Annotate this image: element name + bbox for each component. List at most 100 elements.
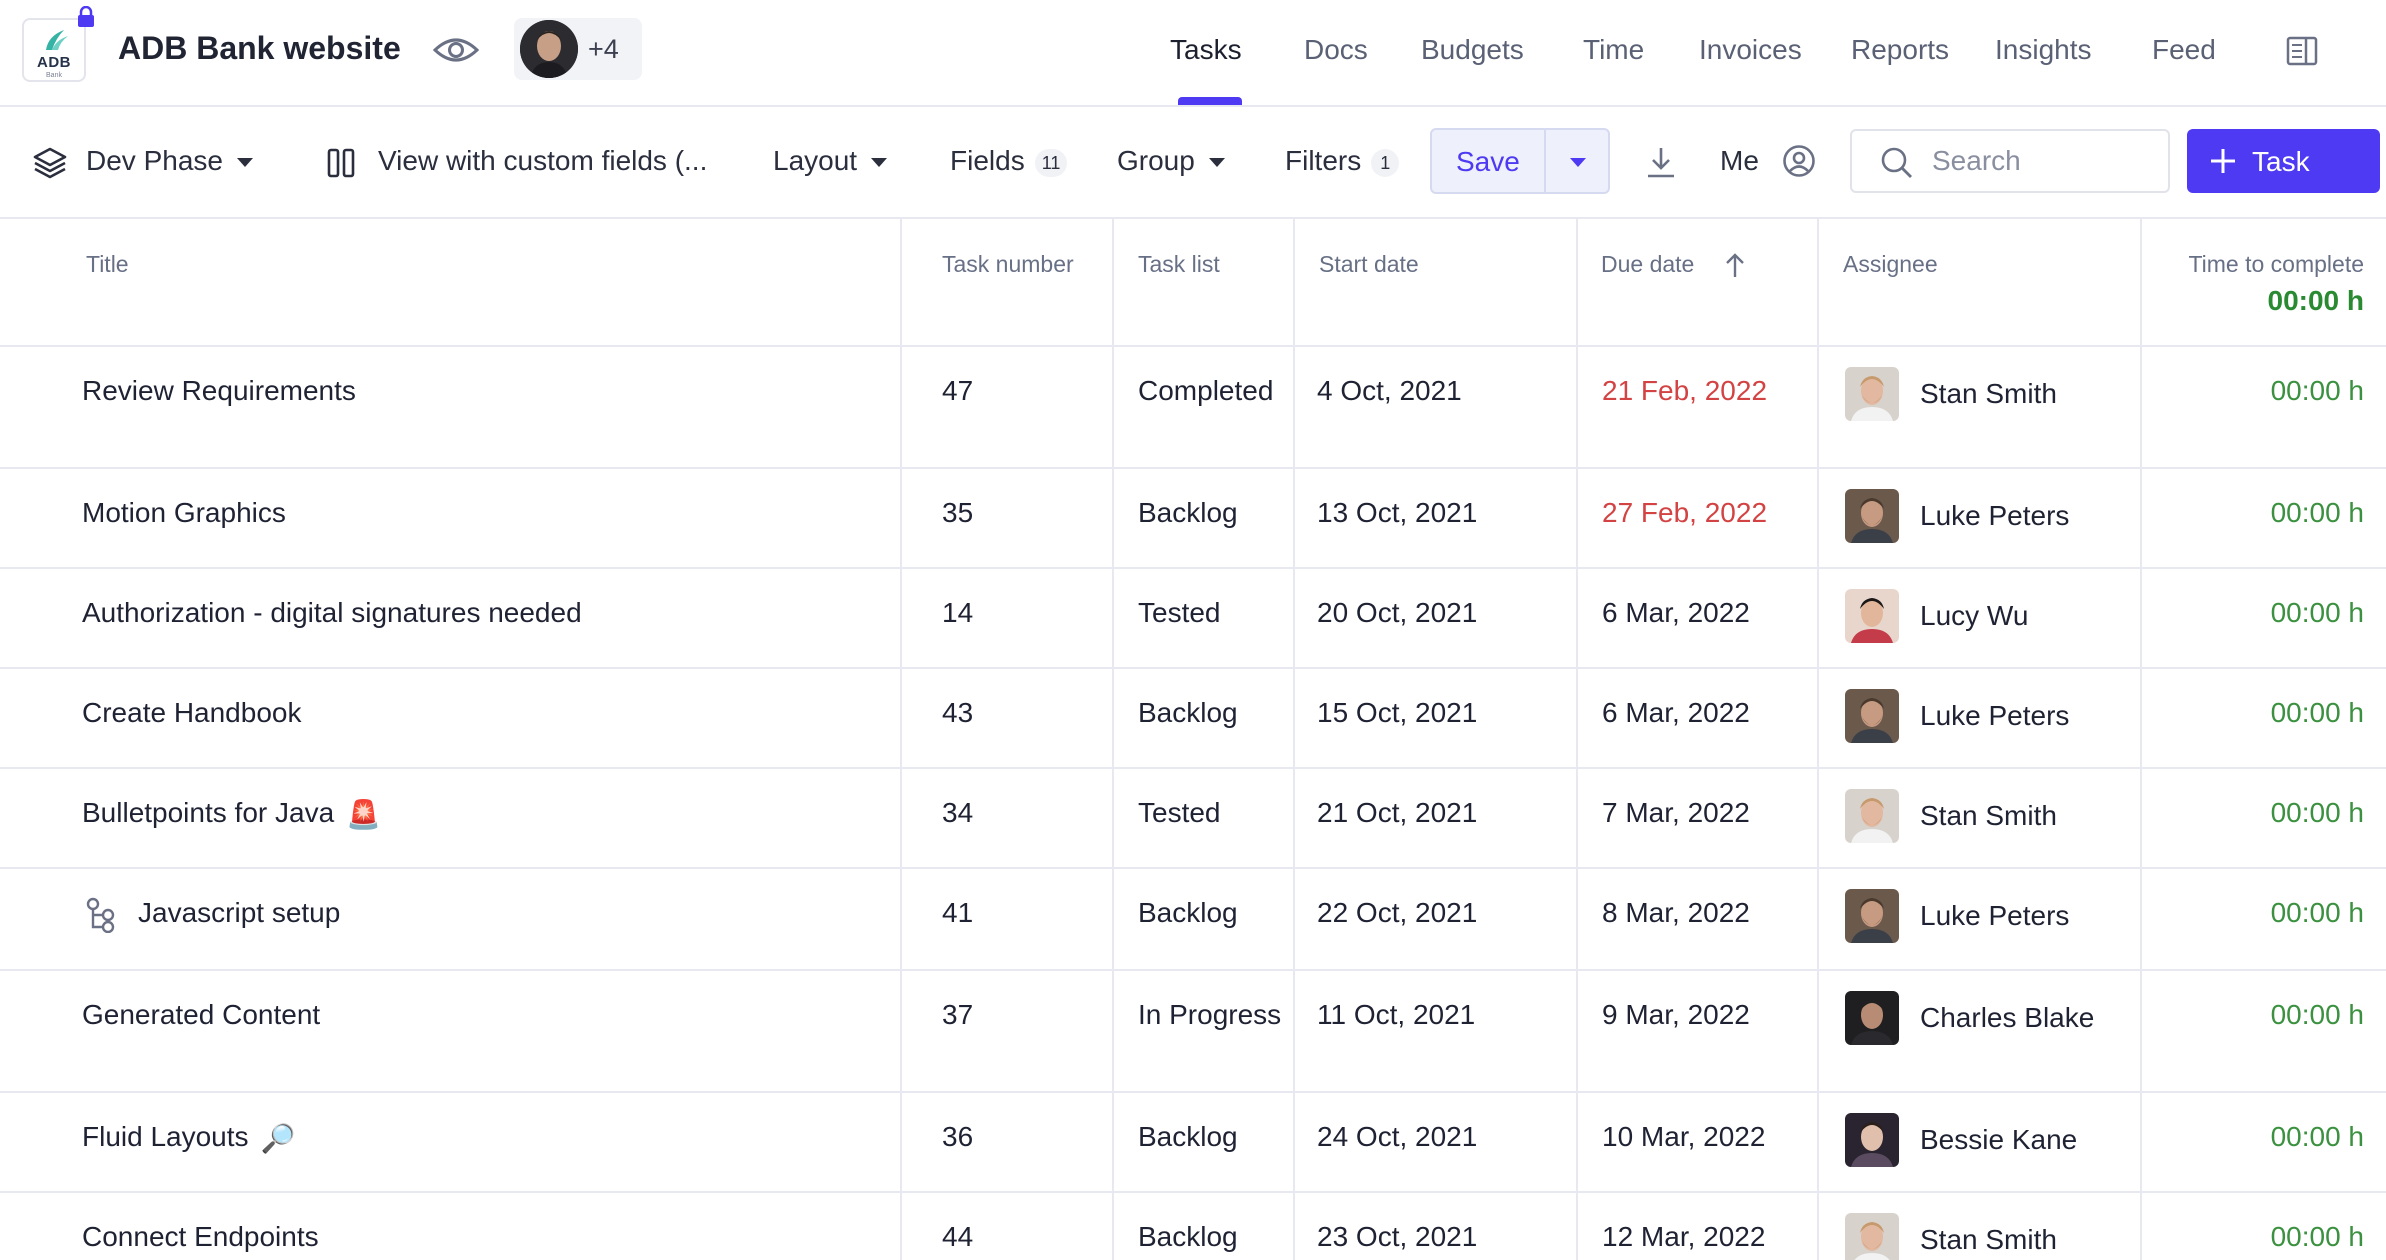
table-row[interactable]: Bulletpoints for Java 🚨 34 Tested 21 Oct, 20… xyxy=(0,769,2386,869)
task-list[interactable]: Backlog xyxy=(1138,1217,1288,1257)
task-list[interactable]: Tested xyxy=(1138,593,1288,633)
table-row[interactable]: Connect Endpoints 44 Backlog 23 Oct, 2021 12… xyxy=(0,1193,2386,1260)
task-list[interactable]: Backlog xyxy=(1138,893,1288,933)
sort-up-icon[interactable] xyxy=(1722,251,1748,279)
time-to-complete: 00:00 h xyxy=(2270,897,2364,928)
me-filter-label[interactable]: Me xyxy=(1720,145,1759,177)
start-date[interactable]: 21 Oct, 2021 xyxy=(1317,793,1477,833)
due-date[interactable]: 12 Mar, 2022 xyxy=(1602,1217,1765,1257)
task-list[interactable]: Backlog xyxy=(1138,693,1288,733)
tab-budgets[interactable]: Budgets xyxy=(1421,34,1524,66)
chevron-down-icon xyxy=(236,158,253,168)
save-button[interactable]: Save xyxy=(1456,146,1520,178)
task-list[interactable]: Backlog xyxy=(1138,1117,1288,1157)
title-emoji: 🚨 xyxy=(346,798,382,830)
avatar xyxy=(520,20,578,78)
logo-leaf-icon xyxy=(46,30,68,50)
task-title[interactable]: Bulletpoints for Java 🚨 xyxy=(82,793,381,835)
assignee-name[interactable]: Luke Peters xyxy=(1920,700,2069,732)
fields-count-badge: 11 xyxy=(1034,148,1068,177)
column-header-assignee[interactable]: Assignee xyxy=(1843,251,1938,278)
start-date[interactable]: 24 Oct, 2021 xyxy=(1317,1117,1477,1157)
assignee-name[interactable]: Charles Blake xyxy=(1920,1002,2094,1034)
table-row[interactable]: Javascript setup 41 Backlog 22 Oct, 2021 8 M… xyxy=(0,869,2386,971)
assignee-name[interactable]: Lucy Wu xyxy=(1920,600,2028,632)
due-date[interactable]: 6 Mar, 2022 xyxy=(1602,693,1750,733)
table-row[interactable]: Authorization - digital signatures neede… xyxy=(0,569,2386,669)
tab-feed[interactable]: Feed xyxy=(2152,34,2216,66)
search-input[interactable] xyxy=(1932,141,2152,181)
due-date[interactable]: 8 Mar, 2022 xyxy=(1602,893,1750,933)
user-circle-icon[interactable] xyxy=(1782,144,1816,178)
due-date[interactable]: 6 Mar, 2022 xyxy=(1602,593,1750,633)
start-date[interactable]: 23 Oct, 2021 xyxy=(1317,1217,1477,1257)
assignee-name[interactable]: Bessie Kane xyxy=(1920,1124,2077,1156)
table-row[interactable]: Create Handbook 43 Backlog 15 Oct, 2021 6 Ma… xyxy=(0,669,2386,769)
column-header-due-date[interactable]: Due date xyxy=(1601,251,1694,278)
task-title[interactable]: Connect Endpoints xyxy=(82,1217,319,1257)
assignee-name[interactable]: Stan Smith xyxy=(1920,800,2057,832)
task-title[interactable]: Javascript setup xyxy=(138,893,340,933)
phase-dropdown[interactable]: Dev Phase xyxy=(86,145,253,177)
task-list[interactable]: In Progress xyxy=(1138,995,1288,1035)
task-title[interactable]: Review Requirements xyxy=(82,371,356,411)
task-list[interactable]: Tested xyxy=(1138,793,1288,833)
assignee-name[interactable]: Luke Peters xyxy=(1920,900,2069,932)
assignee-avatar xyxy=(1845,789,1899,843)
fields-button[interactable]: Fields 11 xyxy=(950,145,1068,177)
task-number: 34 xyxy=(942,797,974,828)
column-header-time-to-complete[interactable]: Time to complete xyxy=(2188,251,2364,278)
task-title[interactable]: Fluid Layouts 🔎 xyxy=(82,1117,295,1159)
due-date[interactable]: 27 Feb, 2022 xyxy=(1602,493,1767,533)
task-title[interactable]: Create Handbook xyxy=(82,693,301,733)
column-header-title[interactable]: Title xyxy=(86,251,129,278)
start-date[interactable]: 15 Oct, 2021 xyxy=(1317,693,1477,733)
download-icon[interactable] xyxy=(1644,145,1678,179)
panel-icon[interactable] xyxy=(2286,36,2318,66)
table-row[interactable]: Fluid Layouts 🔎 36 Backlog 24 Oct, 2021 10 Ma… xyxy=(0,1093,2386,1193)
tab-time[interactable]: Time xyxy=(1583,34,1644,66)
task-list[interactable]: Completed xyxy=(1138,371,1288,411)
column-header-task-list[interactable]: Task list xyxy=(1138,251,1220,278)
group-dropdown[interactable]: Group xyxy=(1117,145,1225,177)
tab-invoices[interactable]: Invoices xyxy=(1699,34,1802,66)
assignee-name[interactable]: Stan Smith xyxy=(1920,1224,2057,1256)
view-selector[interactable]: View with custom fields (... xyxy=(378,145,707,177)
task-title[interactable]: Authorization - digital signatures neede… xyxy=(82,593,582,633)
task-list[interactable]: Backlog xyxy=(1138,493,1288,533)
save-options-chevron-icon[interactable] xyxy=(1570,158,1586,167)
start-date[interactable]: 22 Oct, 2021 xyxy=(1317,893,1477,933)
start-date[interactable]: 13 Oct, 2021 xyxy=(1317,493,1477,533)
layers-icon xyxy=(33,147,67,179)
view-toolbar: Dev Phase View with custom fields (... L… xyxy=(0,107,2386,219)
assignee-avatar xyxy=(1845,991,1899,1045)
tab-reports[interactable]: Reports xyxy=(1851,34,1949,66)
table-row[interactable]: Motion Graphics 35 Backlog 13 Oct, 2021 27 F… xyxy=(0,469,2386,569)
assignee-name[interactable]: Luke Peters xyxy=(1920,500,2069,532)
start-date[interactable]: 20 Oct, 2021 xyxy=(1317,593,1477,633)
member-avatars[interactable]: +4 xyxy=(514,18,642,80)
tab-tasks[interactable]: Tasks xyxy=(1170,34,1242,66)
start-date[interactable]: 4 Oct, 2021 xyxy=(1317,371,1462,411)
start-date[interactable]: 11 Oct, 2021 xyxy=(1317,995,1475,1035)
table-row[interactable]: Review Requirements 47 Completed 4 Oct, 202… xyxy=(0,347,2386,469)
search-field[interactable] xyxy=(1850,129,2170,193)
column-header-start-date[interactable]: Start date xyxy=(1319,251,1419,278)
due-date[interactable]: 7 Mar, 2022 xyxy=(1602,793,1750,833)
add-task-button[interactable]: Task xyxy=(2187,129,2380,193)
eye-icon[interactable] xyxy=(432,32,480,68)
task-title[interactable]: Generated Content xyxy=(82,995,320,1035)
due-date[interactable]: 10 Mar, 2022 xyxy=(1602,1117,1765,1157)
filters-button[interactable]: Filters 1 xyxy=(1285,145,1400,177)
assignee-name[interactable]: Stan Smith xyxy=(1920,378,2057,410)
due-date[interactable]: 9 Mar, 2022 xyxy=(1602,995,1750,1035)
task-number: 47 xyxy=(942,375,974,406)
time-to-complete: 00:00 h xyxy=(2270,597,2364,628)
table-row[interactable]: Generated Content 37 In Progress 11 Oct, 20… xyxy=(0,971,2386,1093)
tab-docs[interactable]: Docs xyxy=(1304,34,1368,66)
layout-dropdown[interactable]: Layout xyxy=(773,145,888,177)
tab-insights[interactable]: Insights xyxy=(1995,34,2092,66)
column-header-task-number[interactable]: Task number xyxy=(942,251,1074,278)
due-date[interactable]: 21 Feb, 2022 xyxy=(1602,371,1767,411)
task-title[interactable]: Motion Graphics xyxy=(82,493,286,533)
